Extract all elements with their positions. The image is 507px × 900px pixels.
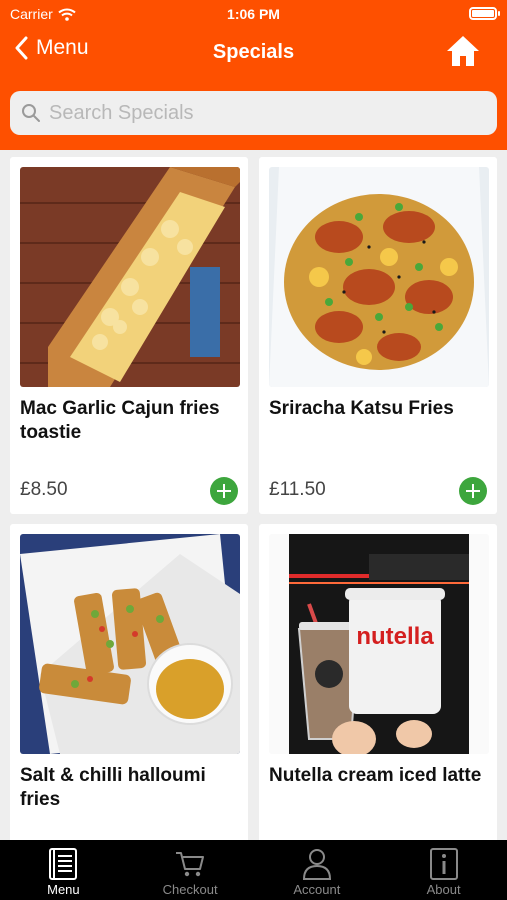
product-name: Nutella cream iced latte — [269, 765, 482, 786]
home-icon[interactable] — [445, 34, 481, 68]
tab-bar: Menu Checkout Account About — [0, 840, 507, 900]
product-price: £11.50 — [269, 479, 326, 500]
app-header: Carrier 1:06 PM Menu Specials — [0, 0, 507, 150]
info-icon — [429, 848, 458, 880]
tab-account[interactable]: Account — [254, 840, 381, 900]
status-bar: Carrier 1:06 PM — [0, 0, 507, 28]
tab-checkout[interactable]: Checkout — [127, 840, 254, 900]
svg-text:nutella: nutella — [356, 623, 434, 650]
tab-about[interactable]: About — [380, 840, 507, 900]
tab-label: Checkout — [162, 882, 218, 897]
status-time: 1:06 PM — [227, 6, 280, 22]
nav-bar: Menu Specials — [0, 30, 507, 76]
tab-label: Menu — [47, 882, 80, 897]
product-name: Mac Garlic Cajun fries toastie — [20, 398, 220, 443]
menu-book-icon — [49, 848, 78, 880]
product-image — [20, 534, 240, 754]
product-card[interactable]: Mac Garlic Cajun fries toastie £8.50 — [10, 157, 248, 514]
page-title: Specials — [212, 41, 295, 63]
person-icon — [302, 849, 331, 880]
product-price: £8.50 — [20, 479, 68, 500]
search-icon — [22, 104, 40, 122]
search-input[interactable] — [49, 101, 469, 125]
product-card[interactable]: nutella Nutella cream iced latte — [259, 524, 497, 840]
product-card[interactable]: Salt & chilli halloumi fries — [10, 524, 248, 840]
tab-label: Account — [293, 882, 341, 897]
product-image — [20, 167, 240, 387]
cart-icon — [176, 852, 205, 877]
product-image — [269, 167, 489, 387]
product-grid: Mac Garlic Cajun fries toastie £8.50 Sri… — [0, 150, 507, 840]
product-name: Salt & chilli halloumi fries — [20, 765, 206, 810]
tab-menu[interactable]: Menu — [0, 840, 127, 900]
battery-icon — [469, 7, 500, 20]
tab-label: About — [426, 882, 461, 897]
product-card[interactable]: Sriracha Katsu Fries £11.50 — [259, 157, 497, 514]
product-image: nutella — [269, 534, 489, 754]
search-bar[interactable] — [10, 91, 497, 135]
add-to-cart-button[interactable] — [459, 477, 487, 505]
product-name: Sriracha Katsu Fries — [269, 398, 454, 419]
add-to-cart-button[interactable] — [210, 477, 238, 505]
